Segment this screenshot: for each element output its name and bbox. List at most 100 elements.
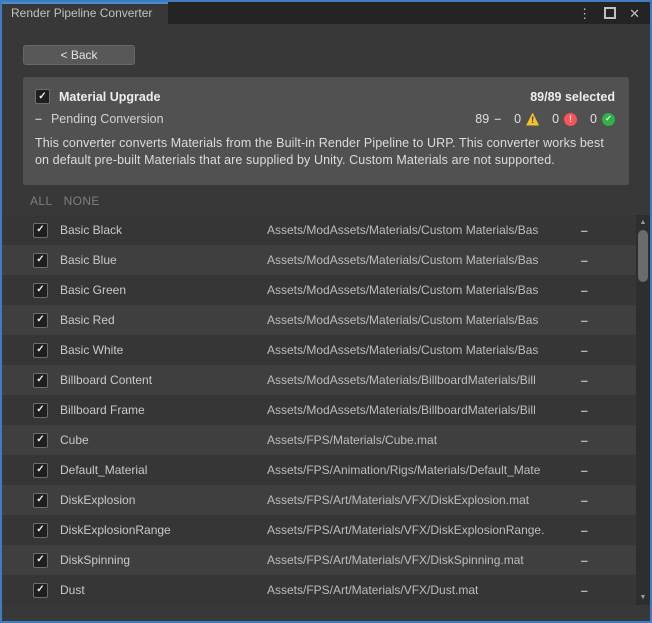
check-icon: ✓ [36, 585, 44, 595]
material-name: Basic Red [60, 313, 267, 327]
check-icon: ✓ [36, 285, 44, 295]
selected-count: 89/89 selected [530, 90, 615, 104]
converter-description: This converter converts Materials from t… [35, 135, 615, 169]
pending-dash-icon: – [581, 433, 588, 448]
row-checkbox[interactable]: ✓ [33, 223, 48, 238]
row-checkbox[interactable]: ✓ [33, 523, 48, 538]
material-path: Assets/FPS/Art/Materials/VFX/Dust.mat [267, 583, 563, 597]
material-path: Assets/FPS/Materials/Cube.mat [267, 433, 563, 447]
pending-conversion-row: – Pending Conversion 89 – 0 ! 0 ! 0 ✓ [35, 112, 615, 126]
pending-dash-icon: – [581, 583, 588, 598]
vertical-scrollbar[interactable]: ▲ ▼ [636, 215, 650, 605]
window-title: Render Pipeline Converter [11, 6, 152, 20]
converter-title: Material Upgrade [59, 90, 160, 104]
pending-dash-icon: – [494, 112, 501, 126]
close-icon[interactable]: ✕ [629, 7, 640, 20]
row-checkbox[interactable]: ✓ [33, 253, 48, 268]
check-icon: ✓ [36, 525, 44, 535]
material-path: Assets/ModAssets/Materials/Custom Materi… [267, 313, 563, 327]
converter-info-panel: ✓ Material Upgrade 89/89 selected – Pend… [23, 77, 629, 185]
status-counts: 89 – 0 ! 0 ! 0 ✓ [475, 112, 615, 126]
material-name: DiskExplosion [60, 493, 267, 507]
row-checkbox[interactable]: ✓ [33, 343, 48, 358]
select-none-button[interactable]: NONE [64, 194, 100, 208]
pending-conversion-label: Pending Conversion [51, 112, 164, 126]
table-row[interactable]: ✓ Basic White Assets/ModAssets/Materials… [2, 335, 636, 365]
pending-dash-icon: – [581, 523, 588, 538]
warning-count: 0 [514, 112, 521, 126]
check-icon: ✓ [36, 465, 44, 475]
scroll-up-icon[interactable]: ▲ [636, 216, 650, 229]
row-checkbox[interactable]: ✓ [33, 283, 48, 298]
row-checkbox[interactable]: ✓ [33, 493, 48, 508]
kebab-menu-icon[interactable]: ⋮ [578, 7, 591, 20]
material-path: Assets/ModAssets/Materials/BillboardMate… [267, 403, 563, 417]
row-checkbox[interactable]: ✓ [33, 403, 48, 418]
check-icon: ✓ [36, 255, 44, 265]
maximize-icon[interactable] [604, 7, 616, 19]
table-row[interactable]: ✓ Basic Green Assets/ModAssets/Materials… [2, 275, 636, 305]
select-all-button[interactable]: ALL [30, 194, 53, 208]
scrollbar-thumb[interactable] [638, 230, 648, 282]
render-pipeline-converter-window: Render Pipeline Converter ⋮ ✕ < Back ✓ M… [0, 0, 652, 623]
material-name: Billboard Content [60, 373, 267, 387]
converter-checkbox[interactable]: ✓ [35, 89, 50, 104]
window-controls: ⋮ ✕ [578, 2, 650, 24]
pending-dash-icon: – [581, 313, 588, 328]
material-path: Assets/ModAssets/Materials/Custom Materi… [267, 223, 563, 237]
pending-dash-icon: – [581, 553, 588, 568]
scroll-down-icon[interactable]: ▼ [636, 591, 650, 604]
tab-render-pipeline-converter[interactable]: Render Pipeline Converter [2, 2, 168, 24]
row-checkbox[interactable]: ✓ [33, 553, 48, 568]
material-path: Assets/ModAssets/Materials/Custom Materi… [267, 253, 563, 267]
table-row[interactable]: ✓ Basic Red Assets/ModAssets/Materials/C… [2, 305, 636, 335]
selection-shortcuts: ALL NONE [30, 191, 650, 211]
material-path: Assets/FPS/Art/Materials/VFX/DiskExplosi… [267, 493, 563, 507]
table-row[interactable]: ✓ Basic Black Assets/ModAssets/Materials… [2, 215, 636, 245]
success-icon: ✓ [602, 113, 615, 126]
table-row[interactable]: ✓ Billboard Frame Assets/ModAssets/Mater… [2, 395, 636, 425]
check-icon: ✓ [36, 405, 44, 415]
material-name: DiskExplosionRange [60, 523, 267, 537]
table-row[interactable]: ✓ Dust Assets/FPS/Art/Materials/VFX/Dust… [2, 575, 636, 605]
materials-list: ✓ Basic Black Assets/ModAssets/Materials… [2, 215, 636, 605]
error-count: 0 [552, 112, 559, 126]
material-name: Dust [60, 583, 267, 597]
row-checkbox[interactable]: ✓ [33, 583, 48, 598]
material-name: Basic White [60, 343, 267, 357]
table-row[interactable]: ✓ DiskExplosion Assets/FPS/Art/Materials… [2, 485, 636, 515]
materials-list-container: ✓ Basic Black Assets/ModAssets/Materials… [2, 215, 650, 605]
converter-header-row: ✓ Material Upgrade 89/89 selected [35, 89, 615, 104]
table-row[interactable]: ✓ DiskSpinning Assets/FPS/Art/Materials/… [2, 545, 636, 575]
material-name: Default_Material [60, 463, 267, 477]
check-icon: ✓ [36, 495, 44, 505]
pending-dash-icon: – [581, 343, 588, 358]
table-row[interactable]: ✓ Cube Assets/FPS/Materials/Cube.mat – [2, 425, 636, 455]
table-row[interactable]: ✓ Billboard Content Assets/ModAssets/Mat… [2, 365, 636, 395]
material-path: Assets/FPS/Art/Materials/VFX/DiskSpinnin… [267, 553, 563, 567]
table-row[interactable]: ✓ DiskExplosionRange Assets/FPS/Art/Mate… [2, 515, 636, 545]
row-checkbox[interactable]: ✓ [33, 373, 48, 388]
check-icon: ✓ [36, 555, 44, 565]
material-path: Assets/FPS/Art/Materials/VFX/DiskExplosi… [267, 523, 563, 537]
toolbar: < Back [2, 24, 650, 77]
pending-dash-icon: – [581, 283, 588, 298]
check-icon: ✓ [36, 225, 44, 235]
pending-count: 89 [475, 112, 489, 126]
success-count: 0 [590, 112, 597, 126]
table-row[interactable]: ✓ Basic Blue Assets/ModAssets/Materials/… [2, 245, 636, 275]
error-icon: ! [564, 113, 577, 126]
material-name: DiskSpinning [60, 553, 267, 567]
row-checkbox[interactable]: ✓ [33, 313, 48, 328]
row-checkbox[interactable]: ✓ [33, 433, 48, 448]
back-button[interactable]: < Back [23, 45, 135, 65]
check-icon: ✓ [36, 345, 44, 355]
pending-dash-icon: – [581, 493, 588, 508]
material-name: Cube [60, 433, 267, 447]
material-path: Assets/FPS/Animation/Rigs/Materials/Defa… [267, 463, 563, 477]
row-checkbox[interactable]: ✓ [33, 463, 48, 478]
title-bar: Render Pipeline Converter ⋮ ✕ [2, 2, 650, 24]
check-icon: ✓ [36, 315, 44, 325]
material-path: Assets/ModAssets/Materials/BillboardMate… [267, 373, 563, 387]
table-row[interactable]: ✓ Default_Material Assets/FPS/Animation/… [2, 455, 636, 485]
